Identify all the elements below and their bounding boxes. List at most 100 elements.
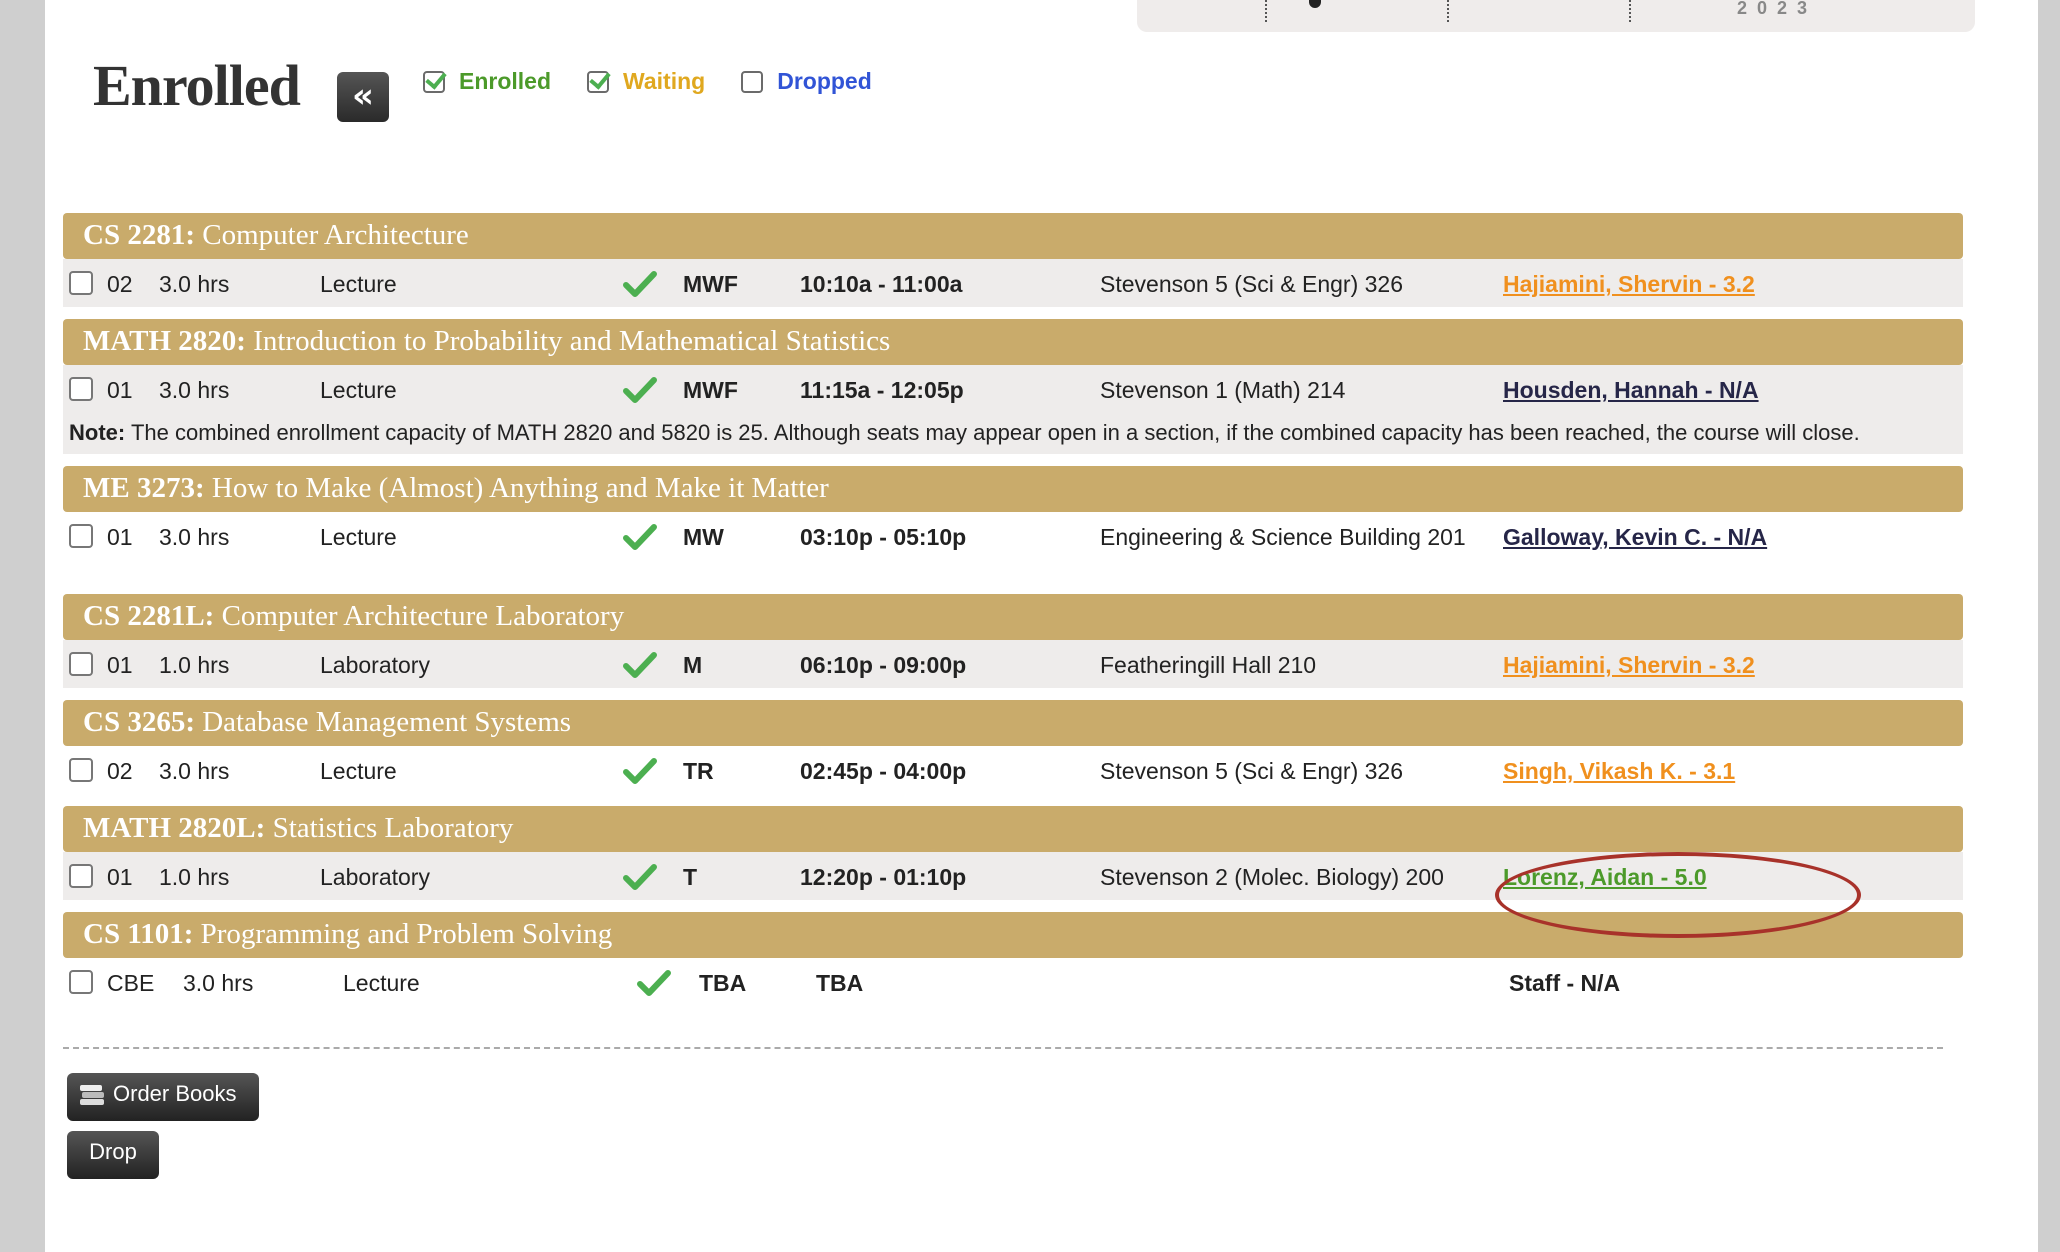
meeting-days: TR bbox=[683, 758, 714, 784]
credit-hours: 3.0 hrs bbox=[183, 970, 254, 996]
section-type: Lecture bbox=[320, 524, 397, 550]
enrolled-check-icon bbox=[637, 970, 671, 996]
filter-enrolled[interactable]: Enrolled bbox=[423, 68, 551, 95]
meeting-days: MWF bbox=[683, 271, 738, 297]
section-select-checkbox[interactable] bbox=[69, 377, 93, 401]
filter-dropped[interactable]: Dropped bbox=[741, 68, 872, 95]
meeting-days: M bbox=[683, 652, 703, 678]
course-code: ME 3273: bbox=[83, 472, 205, 504]
course-header: CS 3265: Database Management Systems bbox=[63, 700, 1963, 746]
order-books-label: Order Books bbox=[113, 1081, 237, 1106]
section-type: Lecture bbox=[320, 271, 397, 297]
credit-hours: 3.0 hrs bbox=[159, 377, 230, 403]
section-number: 01 bbox=[107, 864, 133, 890]
order-books-button[interactable]: Order Books bbox=[67, 1073, 259, 1121]
section-select-checkbox[interactable] bbox=[69, 271, 93, 295]
location: Engineering & Science Building 201 bbox=[1100, 524, 1466, 550]
meeting-days: MWF bbox=[683, 377, 738, 403]
location: Stevenson 1 (Math) 214 bbox=[1100, 377, 1346, 403]
section-type: Lecture bbox=[320, 377, 397, 403]
meeting-days: MW bbox=[683, 524, 724, 550]
section-row: 01 1.0 hrs Laboratory M 06:10p - 09:00p … bbox=[63, 640, 1963, 688]
meeting-days: TBA bbox=[699, 970, 747, 996]
course-header: MATH 2820: Introduction to Probability a… bbox=[63, 319, 1963, 365]
timeline-year: 2023 bbox=[1737, 0, 1818, 18]
section-type: Lecture bbox=[320, 758, 397, 784]
enrolled-check-icon bbox=[623, 377, 657, 403]
section-select-checkbox[interactable] bbox=[69, 864, 93, 888]
section-select-checkbox[interactable] bbox=[69, 970, 93, 994]
credit-hours: 3.0 hrs bbox=[159, 758, 230, 784]
instructor-link[interactable]: Housden, Hannah - N/A bbox=[1503, 377, 1759, 404]
location: Stevenson 2 (Molec. Biology) 200 bbox=[1100, 864, 1444, 890]
divider bbox=[63, 1047, 1943, 1049]
course-code: CS 2281L: bbox=[83, 600, 215, 632]
meeting-time: 12:20p - 01:10p bbox=[800, 864, 967, 890]
timeline-cursor[interactable] bbox=[1309, 0, 1321, 8]
filter-dropped-label[interactable]: Dropped bbox=[777, 68, 872, 95]
filter-enrolled-checkbox[interactable] bbox=[423, 70, 445, 93]
timeline-tick bbox=[1447, 0, 1449, 22]
instructor-link[interactable]: Singh, Vikash K. - 3.1 bbox=[1503, 758, 1735, 785]
course-code: CS 3265: bbox=[83, 706, 195, 738]
timeline-tick bbox=[1265, 0, 1267, 22]
instructor-link[interactable]: Hajiamini, Shervin - 3.2 bbox=[1503, 652, 1755, 679]
meeting-time: 02:45p - 04:00p bbox=[800, 758, 967, 784]
course-header: CS 2281: Computer Architecture bbox=[63, 213, 1963, 259]
course-code: MATH 2820: bbox=[83, 325, 246, 357]
location: Stevenson 5 (Sci & Engr) 326 bbox=[1100, 271, 1403, 297]
books-icon bbox=[80, 1085, 104, 1105]
meeting-time: 10:10a - 11:00a bbox=[800, 271, 963, 297]
meeting-time: 06:10p - 09:00p bbox=[800, 652, 967, 678]
section-select-checkbox[interactable] bbox=[69, 524, 93, 548]
section-row: 02 3.0 hrs Lecture TR 02:45p - 04:00p St… bbox=[63, 746, 1963, 794]
course-name: Introduction to Probability and Mathemat… bbox=[253, 325, 891, 357]
course-name: Programming and Problem Solving bbox=[200, 918, 613, 950]
section-number: 01 bbox=[107, 377, 133, 403]
section-number: 02 bbox=[107, 758, 133, 784]
enrolled-check-icon bbox=[623, 524, 657, 550]
status-filters: Enrolled Waiting Dropped bbox=[423, 68, 872, 95]
filter-dropped-checkbox[interactable] bbox=[741, 70, 764, 93]
filter-waiting-checkbox[interactable] bbox=[587, 70, 610, 93]
meeting-days: T bbox=[683, 864, 698, 890]
highlight-circle bbox=[1495, 852, 1861, 938]
drop-button[interactable]: Drop bbox=[67, 1131, 159, 1179]
section-number: 02 bbox=[107, 271, 133, 297]
collapse-button[interactable]: « bbox=[337, 72, 389, 122]
note-text: The combined enrollment capacity of MATH… bbox=[130, 420, 1860, 445]
course-name: Computer Architecture Laboratory bbox=[221, 600, 625, 632]
enrolled-check-icon bbox=[623, 864, 657, 890]
instructor-name: Staff - N/A bbox=[1509, 970, 1621, 996]
section-type: Laboratory bbox=[320, 864, 430, 890]
filter-waiting[interactable]: Waiting bbox=[587, 68, 705, 95]
section-note: Note: The combined enrollment capacity o… bbox=[63, 413, 1963, 454]
filter-waiting-label[interactable]: Waiting bbox=[623, 68, 705, 95]
course-name: Computer Architecture bbox=[202, 219, 469, 251]
section-row: CBE 3.0 hrs Lecture TBA TBA Staff - N/A bbox=[63, 958, 1963, 1006]
meeting-time: TBA bbox=[816, 970, 864, 996]
credit-hours: 1.0 hrs bbox=[159, 864, 230, 890]
page-title: Enrolled bbox=[93, 53, 301, 118]
enrolled-check-icon bbox=[623, 758, 657, 784]
section-number: 01 bbox=[107, 652, 133, 678]
course-header: ME 3273: How to Make (Almost) Anything a… bbox=[63, 466, 1963, 512]
instructor-link[interactable]: Hajiamini, Shervin - 3.2 bbox=[1503, 271, 1755, 298]
note-label: Note: bbox=[69, 420, 126, 445]
enrolled-panel: 2023 Enrolled « Enrolled Waiting Dropped… bbox=[45, 0, 2038, 1252]
section-type: Lecture bbox=[343, 970, 420, 996]
section-row: 02 3.0 hrs Lecture MWF 10:10a - 11:00a S… bbox=[63, 259, 1963, 307]
meeting-time: 11:15a - 12:05p bbox=[800, 377, 964, 403]
credit-hours: 3.0 hrs bbox=[159, 524, 230, 550]
instructor-link[interactable]: Galloway, Kevin C. - N/A bbox=[1503, 524, 1767, 551]
section-select-checkbox[interactable] bbox=[69, 758, 93, 782]
section-row: 01 3.0 hrs Lecture MW 03:10p - 05:10p En… bbox=[63, 512, 1963, 592]
course-code: CS 2281: bbox=[83, 219, 195, 251]
section-select-checkbox[interactable] bbox=[69, 652, 93, 676]
course-name: How to Make (Almost) Anything and Make i… bbox=[211, 472, 829, 504]
filter-enrolled-label[interactable]: Enrolled bbox=[459, 68, 551, 95]
course-code: CS 1101: bbox=[83, 918, 194, 950]
course-name: Statistics Laboratory bbox=[272, 812, 514, 844]
course-header: MATH 2820L: Statistics Laboratory bbox=[63, 806, 1963, 852]
meeting-time: 03:10p - 05:10p bbox=[800, 524, 967, 550]
